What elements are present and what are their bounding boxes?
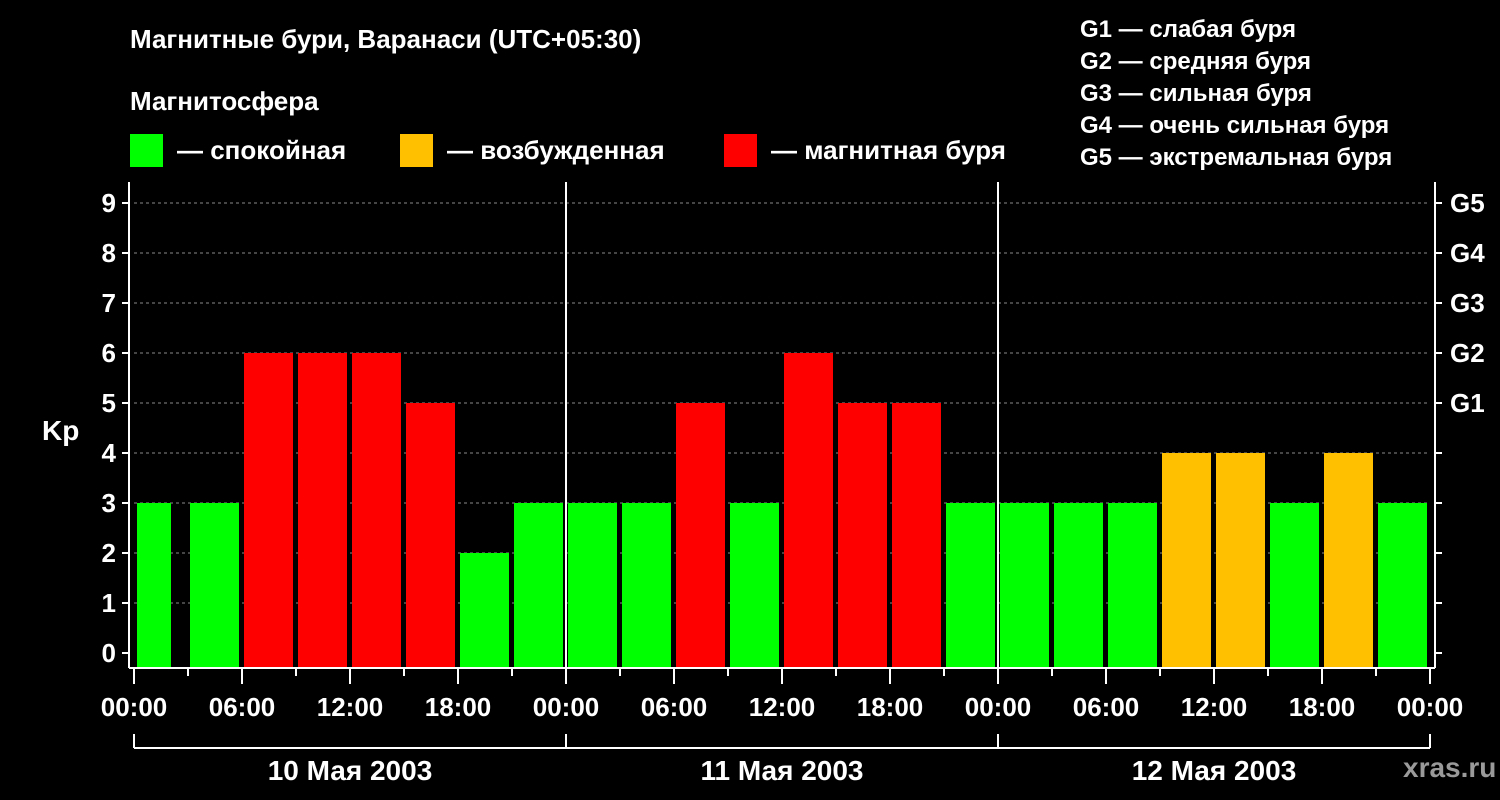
- kp-bar: [784, 353, 833, 668]
- y-tick-label: 7: [102, 288, 116, 318]
- kp-bar: [676, 403, 725, 668]
- x-tick-label: 00:00: [965, 692, 1032, 722]
- y-tick-label: 2: [102, 538, 116, 568]
- day-label: 11 Мая 2003: [700, 755, 863, 786]
- kp-bar: [1108, 503, 1157, 668]
- kp-bar: [892, 403, 941, 668]
- x-tick-label: 12:00: [317, 692, 384, 722]
- y-tick-label: 5: [102, 388, 116, 418]
- kp-bar: [352, 353, 401, 668]
- kp-bar: [568, 503, 617, 668]
- kp-bar: [298, 353, 347, 668]
- kp-bar: [622, 503, 671, 668]
- y-axis-label: Kp: [42, 415, 79, 446]
- kp-bar-chart: 0 1 2 3 4 5 6 7 8 9 G1 G2 G3 G4 G5 Kp 00:00 06:00 12:00 18:…: [42, 182, 1485, 786]
- x-tick-label: 00:00: [1397, 692, 1464, 722]
- site-credit: xras.ru: [1403, 752, 1497, 783]
- kp-bar: [838, 403, 887, 668]
- kp-bar: [406, 403, 455, 668]
- x-tick-label: 18:00: [1289, 692, 1356, 722]
- x-tick-label: 06:00: [641, 692, 708, 722]
- x-tick-label: 06:00: [1073, 692, 1140, 722]
- y-tick-label: 9: [102, 188, 116, 218]
- kp-bar: [1000, 503, 1049, 668]
- x-tick-label: 12:00: [749, 692, 816, 722]
- y-tick-label: 4: [102, 438, 117, 468]
- kp-bar: [1216, 453, 1265, 668]
- storm-level-label: G5: [1450, 188, 1485, 218]
- day-label: 12 Мая 2003: [1132, 755, 1297, 786]
- x-tick-label: 06:00: [209, 692, 276, 722]
- y-tick-label: 8: [102, 238, 116, 268]
- kp-bar: [1324, 453, 1373, 668]
- kp-bar: [514, 503, 563, 668]
- kp-bar: [190, 503, 239, 668]
- y-tick-label: 1: [102, 588, 116, 618]
- kp-bar: [1378, 503, 1427, 668]
- y-tick-label: 0: [102, 638, 116, 668]
- kp-bar: [1162, 453, 1211, 668]
- x-tick-label: 00:00: [533, 692, 600, 722]
- x-tick-label: 18:00: [857, 692, 924, 722]
- x-tick-label: 12:00: [1181, 692, 1248, 722]
- kp-bar: [946, 503, 995, 668]
- x-tick-label: 18:00: [425, 692, 492, 722]
- kp-bar: [137, 503, 171, 668]
- kp-bar: [460, 553, 509, 668]
- x-tick-label: 00:00: [101, 692, 168, 722]
- kp-bar: [244, 353, 293, 668]
- storm-level-label: G2: [1450, 338, 1485, 368]
- day-label: 10 Мая 2003: [268, 755, 433, 786]
- kp-bar: [730, 503, 779, 668]
- kp-bar: [1270, 503, 1319, 668]
- storm-level-label: G4: [1450, 238, 1485, 268]
- kp-bar: [1054, 503, 1103, 668]
- y-tick-label: 6: [102, 338, 116, 368]
- storm-level-label: G1: [1450, 388, 1485, 418]
- storm-level-label: G3: [1450, 288, 1485, 318]
- y-tick-label: 3: [102, 488, 116, 518]
